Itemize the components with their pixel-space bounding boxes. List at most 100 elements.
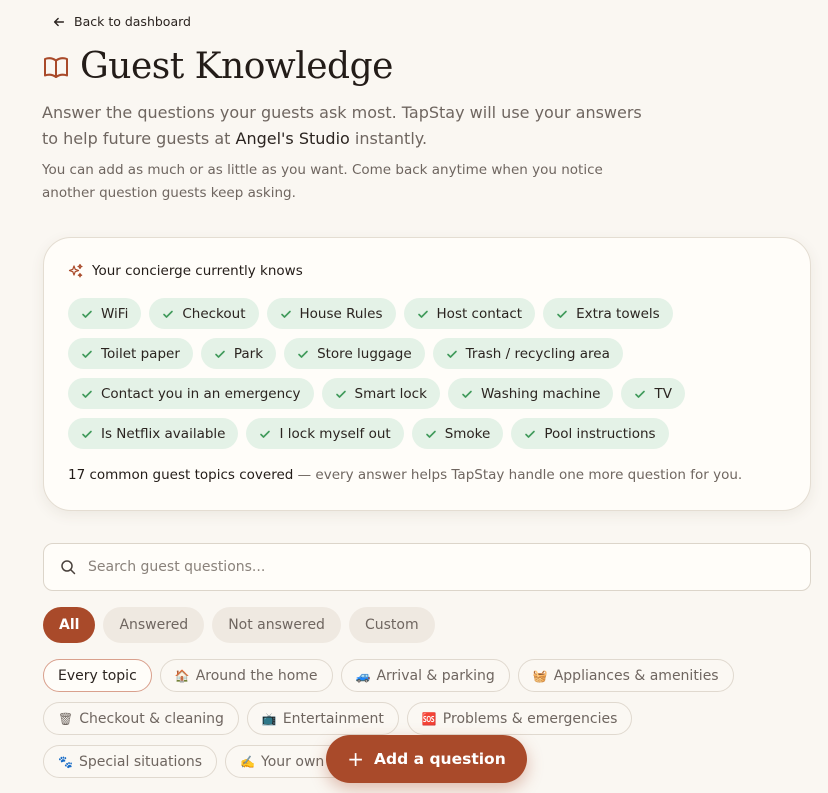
check-icon [82, 430, 92, 438]
known-topic-label: Washing machine [480, 385, 601, 402]
known-topic-label: Trash / recycling area [465, 345, 610, 362]
category-emoji-icon: 🗑 [58, 711, 74, 726]
known-topic-label: Toilet paper [101, 345, 180, 362]
known-topic-chip: Smoke [411, 418, 504, 449]
known-topic-chip: Checkout [149, 298, 259, 329]
known-topic-chip: Host contact [403, 298, 536, 329]
filter-all[interactable]: All [43, 607, 96, 643]
category-checkout-cleaning[interactable]: 🗑 Checkout & cleaning [43, 702, 239, 735]
search-input[interactable] [88, 559, 768, 575]
known-topic-label: House Rules [299, 305, 383, 322]
category-around-the-home[interactable]: 🏠 Around the home [159, 659, 333, 692]
check-icon [215, 350, 225, 358]
category-label: Every topic [58, 667, 137, 684]
known-topic-label: Extra towels [576, 305, 660, 322]
known-topic-chip: Contact you in an emergency [68, 378, 314, 409]
category-arrival-parking[interactable]: 🚙 Arrival & parking [340, 659, 510, 692]
coverage-rest: — every answer helps TapStay handle one … [293, 467, 743, 483]
sparkles-icon [68, 263, 83, 278]
check-icon [280, 310, 291, 318]
check-icon [82, 350, 92, 358]
category-label: Checkout & cleaning [79, 710, 224, 727]
known-topics-list: WiFi Checkout House Rules Host contact Extra… [68, 298, 788, 449]
check-icon [462, 390, 472, 398]
known-topic-label: TV [654, 385, 672, 402]
category-entertainment[interactable]: 📺 Entertainment [246, 702, 399, 735]
category-emoji-icon: 🆘 [421, 711, 437, 726]
plus-icon: + [347, 747, 365, 771]
known-topic-chip: Pool instructions [511, 418, 669, 449]
known-topic-chip: Extra towels [543, 298, 673, 329]
check-icon [260, 430, 271, 438]
known-topic-label: I lock myself out [279, 425, 391, 442]
property-name: Angel's Studio [235, 129, 350, 148]
filter-answered[interactable]: Answered [103, 607, 205, 643]
open-book-icon [44, 56, 68, 78]
arrow-left-icon [53, 17, 65, 26]
check-icon [635, 390, 646, 398]
intro-text: Answer the questions your guests ask mos… [42, 100, 642, 152]
back-to-dashboard-link[interactable]: Back to dashboard [52, 14, 191, 29]
known-topic-label: Contact you in an emergency [101, 385, 301, 402]
category-emoji-icon: 🧺 [532, 668, 548, 683]
coverage-summary: 17 common guest topics covered — every a… [68, 467, 742, 483]
intro-note: You can add as much or as little as you … [42, 162, 603, 201]
category-emoji-icon: ✍️ [240, 754, 256, 769]
category-emoji-icon: 🚙 [355, 668, 371, 683]
answer-filter-tabs: All Answered Not answered Custom [43, 607, 435, 643]
known-topic-chip: Washing machine [447, 378, 614, 409]
known-topic-label: Smart lock [354, 385, 427, 402]
category-label: Appliances & amenities [553, 667, 719, 684]
check-icon [557, 310, 567, 318]
search-bar[interactable] [43, 543, 811, 591]
category-appliances-amenities[interactable]: 🧺 Appliances & amenities [517, 659, 734, 692]
known-topic-chip: Is Netflix available [68, 418, 239, 449]
check-icon [335, 390, 346, 398]
known-topic-chip: WiFi [68, 298, 142, 329]
back-link-label: Back to dashboard [74, 14, 191, 29]
category-every-topic[interactable]: Every topic [43, 659, 152, 692]
card-heading: Your concierge currently knows [68, 263, 303, 279]
known-topic-chip: TV [621, 378, 685, 409]
category-label: Around the home [195, 667, 318, 684]
card-heading-label: Your concierge currently knows [92, 263, 303, 279]
known-topic-label: Smoke [444, 425, 491, 442]
category-label: Problems & emergencies [442, 710, 618, 727]
known-topic-label: Pool instructions [544, 425, 656, 442]
category-emoji-icon: 🏠 [174, 668, 190, 683]
category-special-situations[interactable]: 🐾 Special situations [43, 745, 218, 778]
category-label: Special situations [78, 753, 203, 770]
category-label: Arrival & parking [376, 667, 495, 684]
page-header: Guest Knowledge [42, 46, 393, 87]
known-topic-chip: Smart lock [321, 378, 440, 409]
known-topic-label: Host contact [436, 305, 523, 322]
known-topic-chip: Park [200, 338, 277, 369]
known-topic-label: Store luggage [317, 345, 412, 362]
check-icon [417, 310, 428, 318]
category-label: Entertainment [282, 710, 384, 727]
check-icon [298, 350, 308, 358]
check-icon [163, 310, 174, 318]
filter-custom[interactable]: Custom [348, 607, 435, 643]
check-icon [82, 390, 92, 398]
check-icon [525, 430, 536, 438]
add-question-button[interactable]: + Add a question [326, 735, 527, 783]
category-problems-emergencies[interactable]: 🆘 Problems & emergencies [406, 702, 633, 735]
check-icon [82, 310, 92, 318]
filter-not-answered[interactable]: Not answered [212, 607, 341, 643]
check-icon [446, 350, 457, 358]
known-topic-label: Checkout [182, 305, 246, 322]
category-emoji-icon: 🐾 [58, 754, 73, 769]
known-topic-label: Is Netflix available [101, 425, 226, 442]
add-question-label: Add a question [374, 750, 506, 768]
known-topic-chip: House Rules [266, 298, 396, 329]
known-topic-label: Park [233, 345, 264, 362]
check-icon [425, 430, 436, 438]
known-topic-chip: Toilet paper [68, 338, 193, 369]
search-icon [61, 560, 76, 575]
known-topic-chip: I lock myself out [246, 418, 404, 449]
category-emoji-icon: 📺 [261, 711, 277, 726]
intro-after: instantly. [349, 129, 428, 148]
known-topic-label: WiFi [101, 305, 129, 322]
page-title: Guest Knowledge [80, 46, 393, 87]
